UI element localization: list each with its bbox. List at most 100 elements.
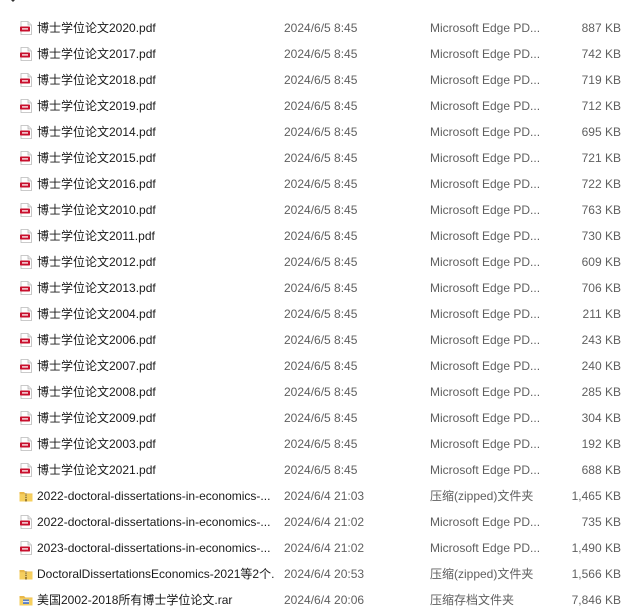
file-name: 博士学位论文2009.pdf: [37, 411, 156, 425]
file-row[interactable]: 博士学位论文2009.pdf 2024/6/5 8:45 Microsoft Edg…: [0, 405, 631, 431]
file-row[interactable]: 博士学位论文2004.pdf 2024/6/5 8:45 Microsoft Edg…: [0, 301, 631, 327]
file-name: 博士学位论文2019.pdf: [37, 99, 156, 113]
file-size: 706 KB: [581, 281, 621, 295]
file-name: 博士学位论文2017.pdf: [37, 47, 156, 61]
file-row[interactable]: 博士学位论文2015.pdf 2024/6/5 8:45 Microsoft Edg…: [0, 145, 631, 171]
file-row[interactable]: 2022-doctoral-dissertations-in-economics…: [0, 483, 631, 509]
file-row[interactable]: 博士学位论文2010.pdf 2024/6/5 8:45 Microsoft Edg…: [0, 197, 631, 223]
file-date-modified: 2024/6/4 21:02: [284, 515, 365, 529]
pdf-icon: [19, 125, 33, 139]
file-row[interactable]: 博士学位论文2017.pdf 2024/6/5 8:45 Microsoft Edg…: [0, 41, 631, 67]
file-date-modified: 2024/6/5 8:45: [284, 333, 358, 347]
file-type: Microsoft Edge PD...: [430, 359, 541, 373]
pdf-icon: [19, 281, 33, 295]
file-date-modified: 2024/6/5 8:45: [284, 307, 358, 321]
zip-folder-icon: [19, 489, 33, 503]
file-size: 695 KB: [581, 125, 621, 139]
file-date-modified: 2024/6/5 8:45: [284, 255, 358, 269]
file-name: 博士学位论文2012.pdf: [37, 255, 156, 269]
file-size: 1,465 KB: [571, 489, 621, 503]
file-name: 博士学位论文2008.pdf: [37, 385, 156, 399]
file-size: 887 KB: [581, 21, 621, 35]
file-row[interactable]: 博士学位论文2011.pdf 2024/6/5 8:45 Microsoft Edg…: [0, 223, 631, 249]
file-type: Microsoft Edge PD...: [430, 125, 541, 139]
file-name: DoctoralDissertationsEconomics-2021等2个..…: [37, 567, 275, 581]
file-row[interactable]: 博士学位论文2014.pdf 2024/6/5 8:45 Microsoft Edg…: [0, 119, 631, 145]
file-row[interactable]: 博士学位论文2013.pdf 2024/6/5 8:45 Microsoft Edg…: [0, 275, 631, 301]
file-type: Microsoft Edge PD...: [430, 255, 541, 269]
file-row[interactable]: 博士学位论文2003.pdf 2024/6/5 8:45 Microsoft Edg…: [0, 431, 631, 457]
file-type: Microsoft Edge PD...: [430, 47, 541, 61]
file-type: 压缩存档文件夹: [430, 593, 515, 607]
file-date-modified: 2024/6/5 8:45: [284, 21, 358, 35]
file-size: 735 KB: [581, 515, 621, 529]
file-size: 192 KB: [581, 437, 621, 451]
file-size: 211 KB: [582, 307, 621, 321]
file-date-modified: 2024/6/5 8:45: [284, 203, 358, 217]
file-type: Microsoft Edge PD...: [430, 333, 541, 347]
file-type: Microsoft Edge PD...: [430, 463, 541, 477]
file-size: 763 KB: [581, 203, 621, 217]
file-row[interactable]: 博士学位论文2008.pdf 2024/6/5 8:45 Microsoft Edg…: [0, 379, 631, 405]
pdf-icon: [19, 333, 33, 347]
file-type: 压缩(zipped)文件夹: [430, 489, 534, 503]
file-date-modified: 2024/6/5 8:45: [284, 359, 358, 373]
pdf-icon: [19, 229, 33, 243]
file-name: 博士学位论文2020.pdf: [37, 21, 156, 35]
file-size: 285 KB: [581, 385, 621, 399]
file-type: Microsoft Edge PD...: [430, 203, 541, 217]
file-date-modified: 2024/6/5 8:45: [284, 151, 358, 165]
file-type: Microsoft Edge PD...: [430, 437, 541, 451]
file-row[interactable]: 博士学位论文2021.pdf 2024/6/5 8:45 Microsoft Edg…: [0, 457, 631, 483]
file-row[interactable]: 2023-doctoral-dissertations-in-economics…: [0, 535, 631, 561]
pdf-icon: [19, 255, 33, 269]
file-name: 博士学位论文2011.pdf: [37, 229, 155, 243]
file-name: 博士学位论文2006.pdf: [37, 333, 156, 347]
file-name: 博士学位论文2003.pdf: [37, 437, 156, 451]
pdf-icon: [19, 73, 33, 87]
pdf-icon: [19, 411, 33, 425]
file-size: 712 KB: [581, 99, 621, 113]
file-row[interactable]: 博士学位论文2007.pdf 2024/6/5 8:45 Microsoft Edg…: [0, 353, 631, 379]
file-date-modified: 2024/6/5 8:45: [284, 177, 358, 191]
group-header[interactable]: [8, 0, 24, 6]
file-row[interactable]: 博士学位论文2016.pdf 2024/6/5 8:45 Microsoft Edg…: [0, 171, 631, 197]
file-size: 688 KB: [581, 463, 621, 477]
file-name: 博士学位论文2007.pdf: [37, 359, 156, 373]
file-type: Microsoft Edge PD...: [430, 385, 541, 399]
file-row[interactable]: 博士学位论文2018.pdf 2024/6/5 8:45 Microsoft Edg…: [0, 67, 631, 93]
file-row[interactable]: DoctoralDissertationsEconomics-2021等2个..…: [0, 561, 631, 587]
file-date-modified: 2024/6/5 8:45: [284, 73, 358, 87]
pdf-icon: [19, 307, 33, 321]
file-size: 304 KB: [581, 411, 621, 425]
file-size: 1,566 KB: [571, 567, 621, 581]
file-row[interactable]: 博士学位论文2006.pdf 2024/6/5 8:45 Microsoft Edg…: [0, 327, 631, 353]
file-date-modified: 2024/6/5 8:45: [284, 99, 358, 113]
file-row[interactable]: 美国2002-2018所有博士学位论文.rar 2024/6/4 20:06 压缩存…: [0, 587, 631, 613]
file-date-modified: 2024/6/5 8:45: [284, 281, 358, 295]
file-type: Microsoft Edge PD...: [430, 177, 541, 191]
file-type: Microsoft Edge PD...: [430, 73, 541, 87]
file-type: Microsoft Edge PD...: [430, 99, 541, 113]
file-size: 609 KB: [581, 255, 621, 269]
file-date-modified: 2024/6/5 8:45: [284, 229, 358, 243]
file-date-modified: 2024/6/5 8:45: [284, 411, 358, 425]
file-name: 2023-doctoral-dissertations-in-economics…: [37, 541, 271, 555]
file-date-modified: 2024/6/5 8:45: [284, 385, 358, 399]
file-size: 742 KB: [581, 47, 621, 61]
pdf-icon: [19, 437, 33, 451]
file-size: 730 KB: [581, 229, 621, 243]
file-date-modified: 2024/6/5 8:45: [284, 125, 358, 139]
pdf-icon: [19, 177, 33, 191]
pdf-icon: [19, 203, 33, 217]
file-row[interactable]: 2022-doctoral-dissertations-in-economics…: [0, 509, 631, 535]
file-name: 博士学位论文2013.pdf: [37, 281, 156, 295]
file-row[interactable]: 博士学位论文2020.pdf 2024/6/5 8:45 Microsoft Edg…: [0, 15, 631, 41]
file-type: Microsoft Edge PD...: [430, 411, 541, 425]
file-size: 240 KB: [581, 359, 621, 373]
pdf-icon: [19, 99, 33, 113]
file-size: 1,490 KB: [571, 541, 621, 555]
file-row[interactable]: 博士学位论文2012.pdf 2024/6/5 8:45 Microsoft Edg…: [0, 249, 631, 275]
file-row[interactable]: 博士学位论文2019.pdf 2024/6/5 8:45 Microsoft Edg…: [0, 93, 631, 119]
file-date-modified: 2024/6/4 21:02: [284, 541, 365, 555]
